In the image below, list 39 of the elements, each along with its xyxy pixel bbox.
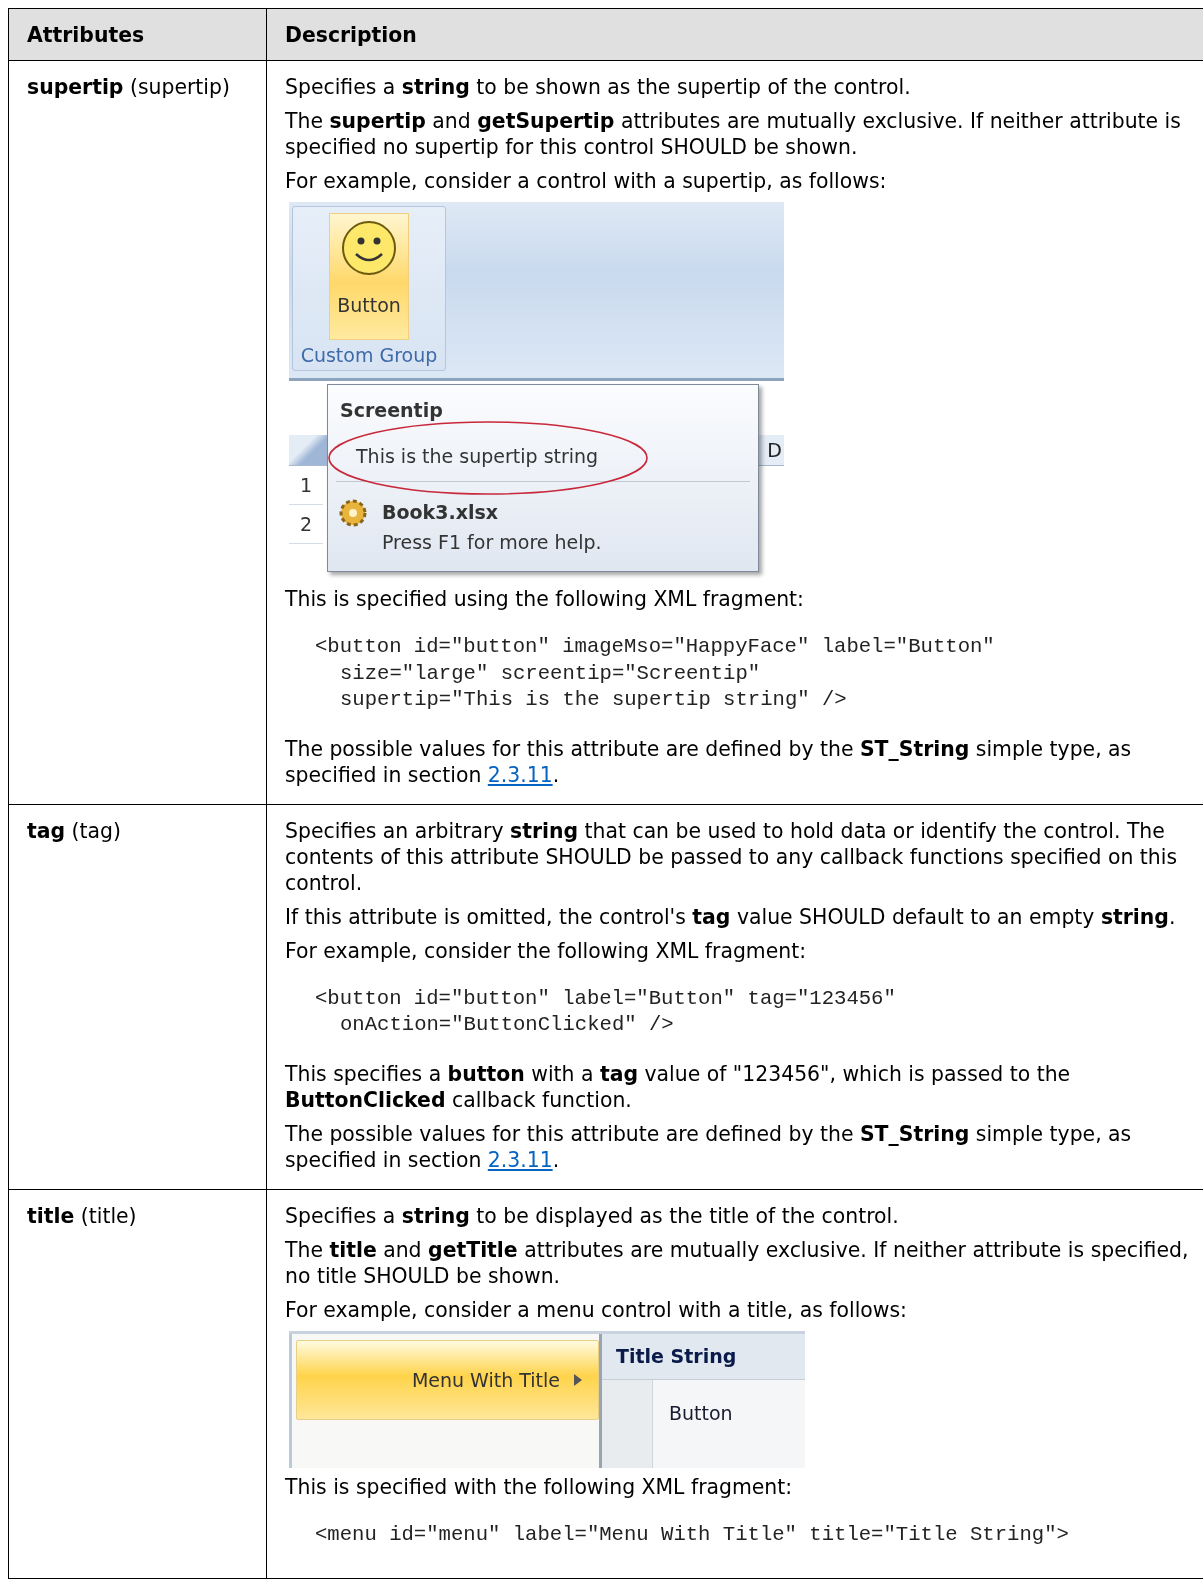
help-text: Press F1 for more help.: [382, 530, 602, 555]
smiley-icon: [339, 218, 399, 278]
description-text: This is specified using the following XML fragment:: [285, 586, 805, 612]
description-text: For example, consider the following XML fragment:: [285, 937, 808, 964]
attribute-name: supertip (supertip): [8, 60, 267, 804]
column-header: Description: [266, 8, 1203, 61]
row-number: 2: [289, 505, 323, 544]
row-number: 1: [289, 466, 323, 505]
description-text: The title and getTitle attributes are mutually exclusive. If neither attribute is specified, no title SHOULD be shown.: [285, 1236, 1190, 1289]
description-text: For example, consider a control with a supertip, as follows:: [285, 168, 888, 194]
column-header: D: [767, 438, 782, 463]
menu-title: Title String: [602, 1333, 805, 1380]
description-text: For example, consider a menu control with a title, as follows:: [285, 1296, 908, 1323]
screentip-title: Screentip: [340, 398, 443, 423]
select-all-corner: [289, 435, 327, 465]
description-text: This is specified with the following XML fragment:: [285, 1473, 794, 1500]
description-text: The possible values for this attribute are defined by the ST_String simple type, as specified in section 2.3.11.: [285, 1120, 1133, 1173]
column-header: Attributes: [8, 8, 267, 61]
section-link[interactable]: 2.3.11: [487, 762, 553, 787]
menu-button[interactable]: Button: [653, 1379, 733, 1468]
supertip-text: This is the supertip string: [356, 444, 599, 469]
description-text: Specifies an arbitrary string that can be used to hold data or identify the control. The contents of this attribute SHOULD be passed to any callback functions specified on this control.: [285, 817, 1179, 896]
description-text: This specifies a button with a tag value of "123456", which is passed to the ButtonClicked callback function.: [285, 1060, 1072, 1113]
xml-code-text: <button id="button" label="Button" tag="123456" onAction="ButtonClicked" />: [315, 985, 897, 1038]
description-text: The possible values for this attribute are defined by the ST_String simple type, as specified in section 2.3.11.: [285, 735, 1133, 788]
description-text: If this attribute is omitted, the control's tag value SHOULD default to an empty string.: [285, 903, 1177, 930]
description-text: Specifies a string to be shown as the supertip of the control.: [285, 74, 912, 100]
xml-code-text: <menu id="menu" label="Menu With Title" title="Title String">: [315, 1521, 1070, 1548]
menu-item[interactable]: Menu With Title: [296, 1339, 599, 1420]
group-label: Custom Group: [299, 343, 439, 368]
file-name: Book3.xlsx: [382, 500, 498, 525]
ribbon-button[interactable]: Button: [329, 213, 409, 340]
xml-code-text: <button id="button" imageMso="HappyFace" label="Button" size="large" screentip="Screentip" supertip="This is the supertip string" />: [315, 634, 996, 713]
attribute-name: tag (tag): [8, 804, 267, 1189]
description-text: The supertip and getSupertip attributes are mutually exclusive. If neither attribute is specified no supertip for this control SHOULD be shown.: [285, 108, 1182, 160]
description-text: Specifies a string to be displayed as the title of the control.: [285, 1202, 900, 1229]
attribute-name: title (title): [8, 1189, 267, 1579]
submenu-arrow-icon: [574, 1373, 582, 1386]
section-link[interactable]: 2.3.11: [487, 1147, 553, 1172]
